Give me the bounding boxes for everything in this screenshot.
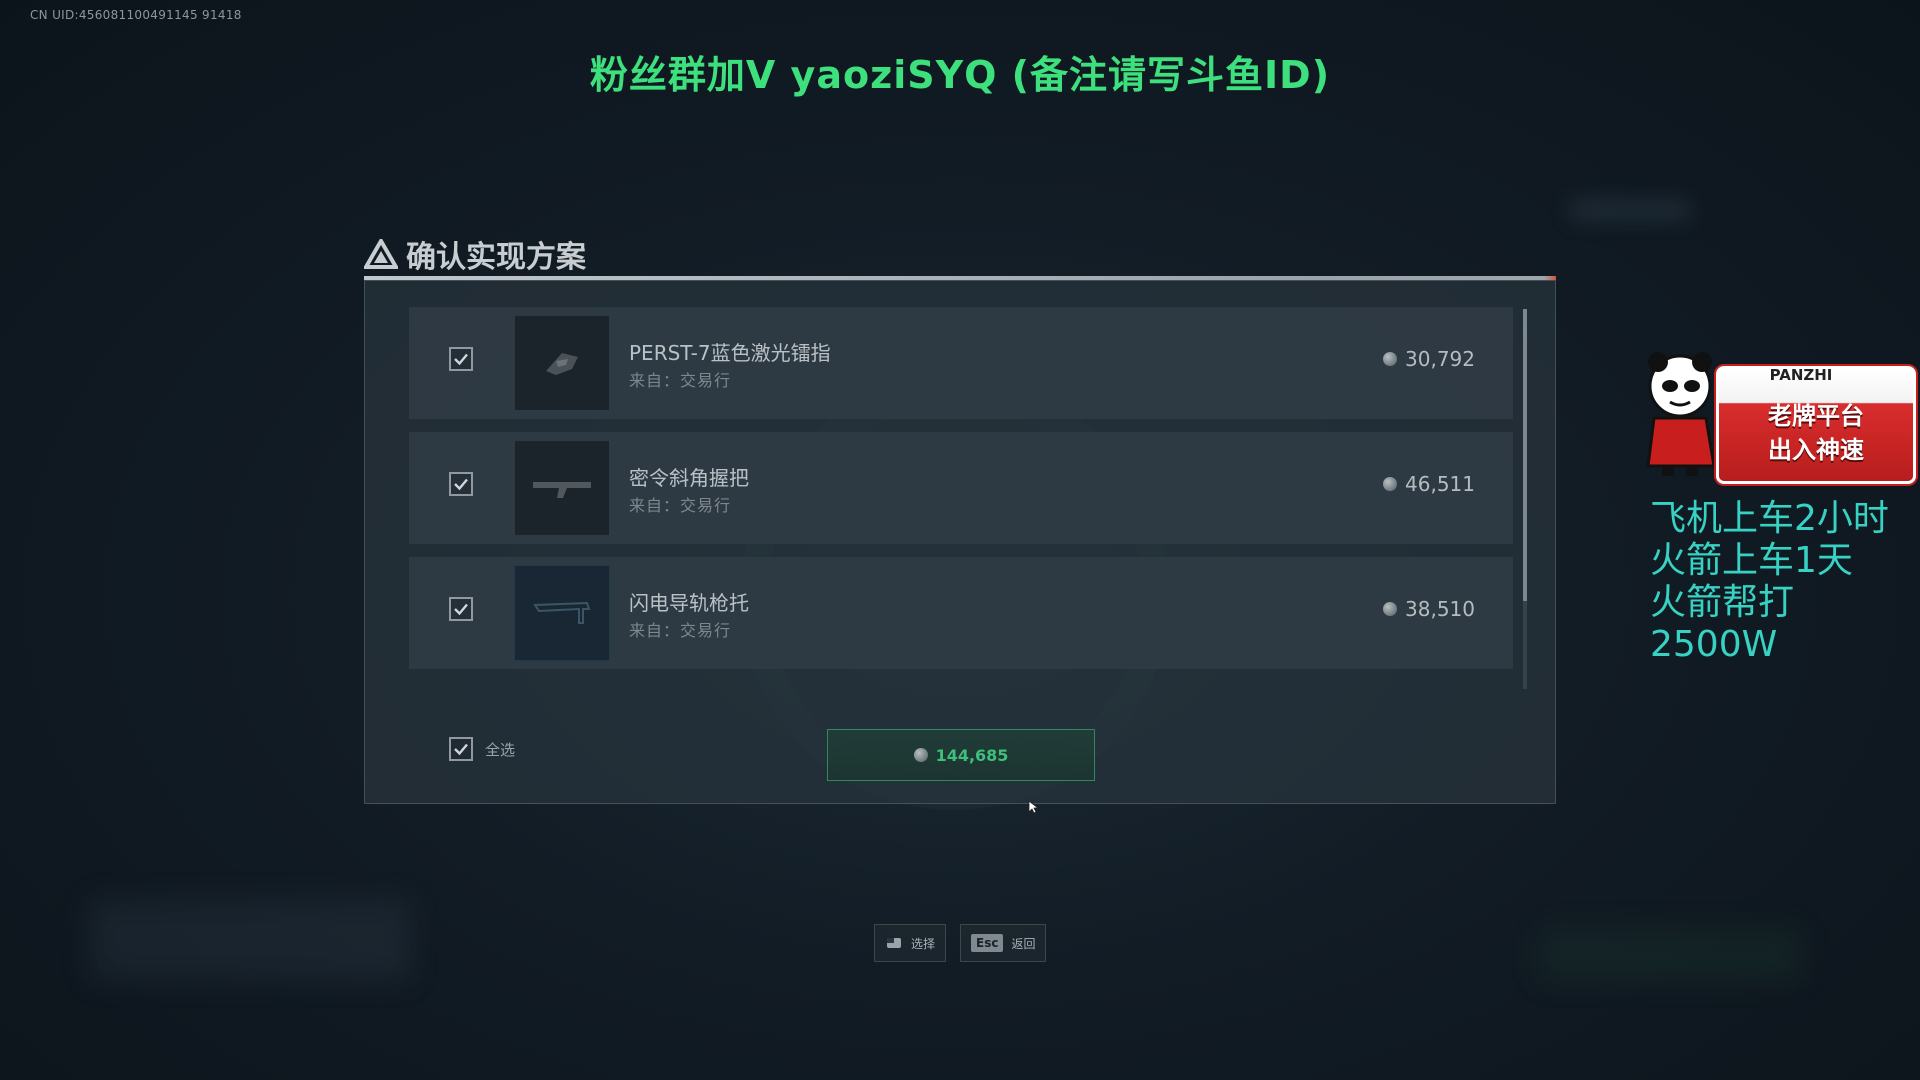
item-thumbnail xyxy=(514,565,610,661)
stock-icon xyxy=(533,601,591,624)
coin-icon xyxy=(913,748,928,762)
ad-text: 飞机上车2小时 火箭上车1天 火箭帮打2500W xyxy=(1650,498,1920,666)
mouse-left-icon xyxy=(887,938,901,948)
select-all[interactable]: 全选 xyxy=(449,737,515,761)
item-price-value: 46,511 xyxy=(1405,472,1475,496)
ad-overlay: PANZHI 老牌平台 出入神速 xyxy=(1640,346,1916,486)
item-thumbnail xyxy=(514,315,610,411)
item-price-value: 30,792 xyxy=(1405,347,1475,371)
item-name: 闪电导轨枪托 xyxy=(629,591,749,615)
ad-text-line: 火箭帮打2500W xyxy=(1650,582,1795,665)
ad-text-line: 火箭上车1天 xyxy=(1650,540,1853,581)
dialog-title: 确认实现方案 xyxy=(406,240,586,275)
item-price: 38,510 xyxy=(1383,597,1475,621)
item-row[interactable]: PERST-7蓝色激光镭指 来自：交易行 30,792 xyxy=(409,307,1513,419)
item-source: 来自：交易行 xyxy=(629,496,732,515)
item-checkbox[interactable] xyxy=(449,472,473,496)
back-hint-button[interactable]: Esc 返回 xyxy=(960,924,1047,962)
esc-key: Esc xyxy=(971,934,1004,952)
ad-brand: PANZHI xyxy=(1769,366,1833,384)
item-price-value: 38,510 xyxy=(1405,597,1475,621)
background-shape xyxy=(1540,930,1800,980)
item-row[interactable]: 密令斜角握把 来自：交易行 46,511 xyxy=(409,432,1513,544)
check-icon xyxy=(454,743,468,756)
item-price: 46,511 xyxy=(1383,472,1475,496)
warning-triangle-icon xyxy=(364,239,398,269)
ad-line1: 老牌平台 xyxy=(1768,402,1864,430)
scrollbar-thumb[interactable] xyxy=(1523,309,1527,601)
item-price: 30,792 xyxy=(1383,347,1475,371)
ad-line2: 出入神速 xyxy=(1768,436,1864,464)
select-hint-button[interactable]: 选择 xyxy=(874,924,947,962)
coin-icon xyxy=(1383,477,1398,491)
coin-icon xyxy=(1383,352,1398,366)
stream-banner: 粉丝群加V yaoziSYQ (备注请写斗鱼ID) xyxy=(589,53,1331,97)
coin-icon xyxy=(1383,602,1398,616)
dialog-title-bar: 确认实现方案 xyxy=(364,232,586,276)
scrollbar[interactable] xyxy=(1523,309,1527,689)
item-row[interactable]: 闪电导轨枪托 来自：交易行 38,510 xyxy=(409,557,1513,669)
uid-label: CN UID:456081100491145 91418 xyxy=(30,8,242,22)
background-shape xyxy=(90,900,410,980)
item-thumbnail xyxy=(514,440,610,536)
confirm-dialog: PERST-7蓝色激光镭指 来自：交易行 30,792 密令斜角握把 来自：交易… xyxy=(364,280,1556,804)
check-icon xyxy=(454,478,468,491)
laser-sight-icon xyxy=(546,353,578,375)
background-shape xyxy=(1570,200,1690,220)
item-source: 来自：交易行 xyxy=(629,621,732,640)
check-icon xyxy=(454,353,468,366)
select-hint-label: 选择 xyxy=(911,936,936,951)
item-name: PERST-7蓝色激光镭指 xyxy=(629,341,831,365)
grip-icon xyxy=(533,482,591,498)
select-all-checkbox[interactable] xyxy=(449,737,473,761)
confirm-purchase-button[interactable]: 144,685 xyxy=(827,729,1095,781)
mouse-cursor-icon xyxy=(1028,800,1040,814)
item-source: 来自：交易行 xyxy=(629,371,732,390)
select-all-label: 全选 xyxy=(485,740,516,759)
ad-text-line: 飞机上车2小时 xyxy=(1650,498,1889,539)
total-price: 144,685 xyxy=(935,745,1009,765)
key-hints: 选择 Esc 返回 xyxy=(874,924,1047,962)
item-checkbox[interactable] xyxy=(449,347,473,371)
back-hint-label: 返回 xyxy=(1011,936,1036,951)
item-name: 密令斜角握把 xyxy=(629,466,749,490)
check-icon xyxy=(454,603,468,616)
item-checkbox[interactable] xyxy=(449,597,473,621)
